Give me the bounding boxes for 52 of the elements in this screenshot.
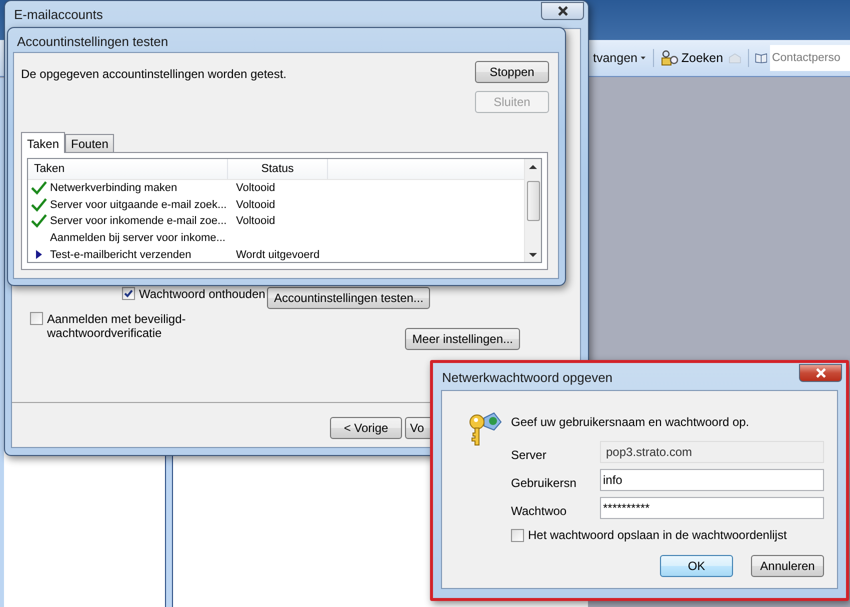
checkmark-icon [31, 181, 47, 196]
input-field[interactable]: info [600, 469, 824, 491]
task-name: Aanmelden bij server voor inkome... [50, 232, 226, 244]
window-title: Netwerkwachtwoord opgeven [442, 370, 613, 385]
checkbox[interactable] [122, 287, 135, 300]
close-button[interactable] [541, 2, 584, 20]
close-button[interactable] [799, 364, 842, 382]
dialog-button[interactable]: Stoppen [475, 61, 549, 83]
prompt-text: Geef uw gebruikersnaam en wachtwoord op. [511, 415, 750, 429]
back-button[interactable]: < Vorige [330, 417, 402, 439]
tab[interactable]: Taken [21, 132, 66, 153]
scrollbar[interactable] [524, 159, 541, 262]
column-header[interactable]: Taken [28, 159, 228, 179]
task-name: Netwerkverbinding maken [50, 182, 178, 194]
checkmark-icon [31, 198, 47, 212]
checkbox[interactable] [511, 528, 524, 542]
window-title: E-mailaccounts [14, 7, 103, 22]
task-status: Voltooid [235, 182, 276, 194]
task-status: Voltooid [235, 215, 276, 228]
window-title: Accountinstellingen testen [17, 34, 168, 49]
task-name: Server voor inkomende e-mail zoe... [50, 215, 228, 228]
checkbox-label: Het wachtwoord opslaan in de wachtwoordenlijst [528, 528, 787, 542]
caret-icon[interactable] [640, 55, 647, 61]
status-message: De opgegeven accountinstellingen worden getest. [21, 67, 288, 83]
checkmark-icon [31, 214, 47, 228]
close-icon [814, 368, 826, 378]
scroll-up-icon[interactable] [529, 163, 537, 171]
task-status: Wordt uitgevoerd [235, 248, 320, 261]
column-header[interactable]: Status [228, 159, 328, 179]
checkbox-label: Wachtwoord onthouden [139, 287, 266, 301]
checkbox[interactable] [30, 312, 43, 325]
field-label: Gebruikersn [511, 476, 578, 490]
test-settings-button[interactable]: Accountinstellingen testen... [267, 287, 430, 309]
task-name: Test-e-mailbericht verzenden [50, 248, 192, 261]
search-icon [661, 50, 680, 66]
field-label: Wachtwoo [511, 504, 568, 518]
close-icon [556, 6, 568, 16]
tab[interactable]: Fouten [65, 134, 114, 152]
dialog-button[interactable]: OK [660, 555, 733, 577]
input-field[interactable]: ********** [600, 497, 824, 519]
send-receive-button[interactable]: tvangen [593, 51, 638, 65]
checkbox-label: Aanmelden met beveiligd-wachtwoordverificatie [47, 312, 187, 340]
arrow-icon [36, 250, 42, 260]
more-settings-button[interactable]: Meer instellingen... [405, 328, 520, 350]
contacts-search-field[interactable]: Contactperso [770, 45, 850, 71]
task-name: Server voor uitgaande e-mail zoek... [50, 198, 228, 211]
task-status: Voltooid [235, 198, 276, 211]
dialog-button[interactable]: Annuleren [751, 555, 824, 577]
search-button[interactable]: Zoeken [659, 50, 726, 66]
scroll-down-icon[interactable] [529, 251, 537, 259]
field-label: Server [511, 448, 548, 462]
key-icon [468, 412, 502, 448]
